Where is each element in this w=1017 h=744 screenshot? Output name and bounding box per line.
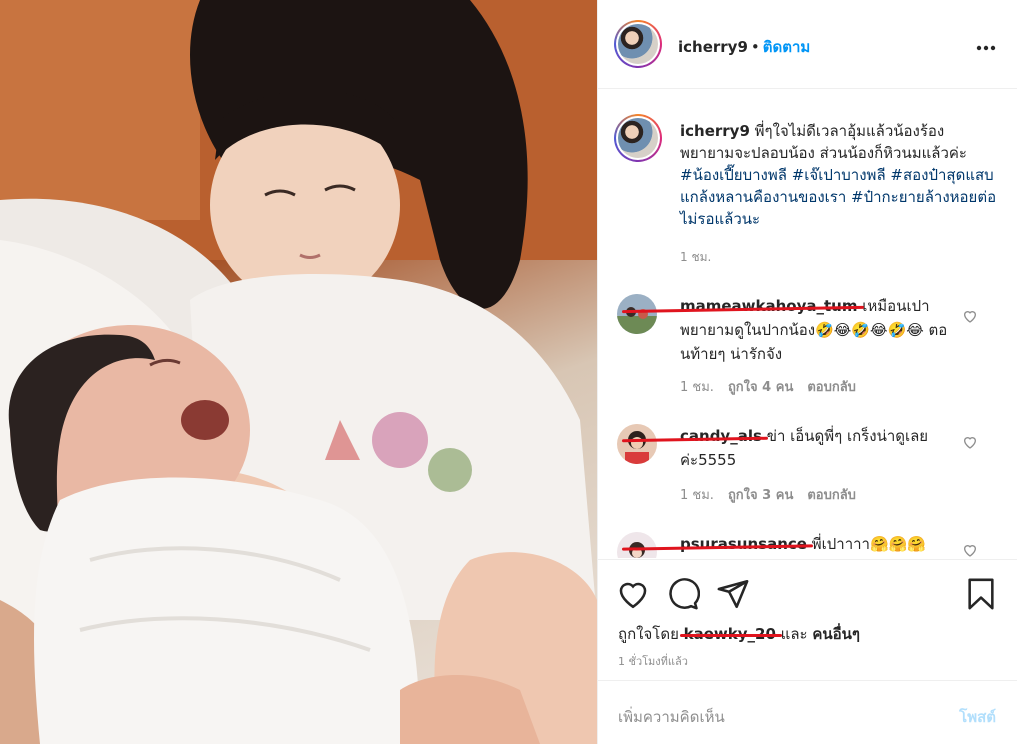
caption-username[interactable]: icherry9 — [680, 122, 750, 140]
comment-heart-icon[interactable] — [962, 542, 978, 558]
liked-by-prefix: ถูกใจโดย — [618, 625, 684, 643]
add-comment-bar: เพิ่มความคิดเห็น โพสต์ — [598, 680, 1017, 744]
comment-time[interactable]: 1 ชม. — [680, 380, 714, 395]
hashtag[interactable]: #น้องเปี๊ยบางพลี — [680, 166, 787, 184]
liked-by: ถูกใจโดย kaewky_20 และ คนอื่นๆ — [618, 622, 860, 646]
more-options-icon[interactable] — [976, 32, 996, 56]
commenter-username-redacted[interactable]: psurasunsance — [680, 535, 807, 553]
author-avatar[interactable] — [614, 20, 662, 68]
caption-text: icherry9 พี่ๆใจไม่ดีเวลาอุ้มแล้วน้องร้อง… — [680, 120, 998, 230]
commenter-avatar[interactable] — [617, 532, 657, 558]
comment-body: mameawkahoya_tum เหมือนเปา พยายามดูในปาก… — [680, 294, 950, 366]
comment-input[interactable]: เพิ่มความคิดเห็น — [618, 705, 725, 729]
photo-illustration — [0, 0, 597, 744]
post-header: icherry9 • ติดตาม — [598, 0, 1017, 89]
commenter-username-redacted[interactable]: mameawkahoya_tum — [680, 297, 858, 315]
comment-likes[interactable]: ถูกใจ 3 คน — [728, 488, 793, 503]
comment-body: candy_als ข่า เอ็นดูพี่ๆ เกร็งน่าดูเลยค่… — [680, 424, 950, 472]
author-info: icherry9 • ติดตาม — [678, 35, 810, 59]
caption-avatar[interactable] — [614, 114, 662, 162]
comment-text: พี่เปาาาา🤗🤗🤗 — [811, 535, 926, 553]
author-username[interactable]: icherry9 — [678, 38, 748, 56]
separator-dot: • — [750, 38, 760, 56]
comment-time[interactable]: 1 ชม. — [680, 488, 714, 503]
bookmark-icon[interactable] — [964, 577, 998, 611]
caption-time[interactable]: 1 ชม. — [680, 248, 711, 267]
post-time-ago[interactable]: 1 ชั่วโมงที่แล้ว — [618, 652, 688, 670]
share-send-icon[interactable] — [716, 577, 750, 611]
post-side-panel: icherry9 • ติดตาม icherry9 พี่ๆใจไม่ดีเวลา… — [597, 0, 1017, 744]
liker-username-redacted[interactable]: kaewky_20 — [684, 625, 776, 643]
post-actions: ถูกใจโดย kaewky_20 และ คนอื่นๆ 1 ชั่วโมง… — [598, 559, 1017, 680]
reply-button[interactable]: ตอบกลับ — [807, 488, 856, 503]
comment-bubble-icon[interactable] — [666, 577, 700, 611]
comment-heart-icon[interactable] — [962, 434, 978, 450]
liked-by-others[interactable]: คนอื่นๆ — [812, 625, 860, 643]
comment-likes[interactable]: ถูกใจ 4 คน — [728, 380, 793, 395]
comment-heart-icon[interactable] — [962, 308, 978, 324]
comments-list[interactable]: icherry9 พี่ๆใจไม่ดีเวลาอุ้มแล้วน้องร้อง… — [598, 90, 1017, 558]
commenter-avatar[interactable] — [617, 294, 657, 334]
hashtag[interactable]: #เจ๊เปาบางพลี — [792, 166, 886, 184]
commenter-avatar[interactable] — [617, 424, 657, 464]
comment-meta: 1 ชม. ถูกใจ 4 คน ตอบกลับ — [680, 376, 870, 397]
post-photo[interactable] — [0, 0, 597, 744]
post-comment-button[interactable]: โพสต์ — [959, 705, 996, 729]
reply-button[interactable]: ตอบกลับ — [807, 380, 856, 395]
follow-button[interactable]: ติดตาม — [763, 38, 811, 56]
like-heart-icon[interactable] — [616, 577, 650, 611]
comment-body: psurasunsance พี่เปาาาา🤗🤗🤗 — [680, 532, 950, 556]
comment-meta: 1 ชม. ถูกใจ 3 คน ตอบกลับ — [680, 484, 870, 505]
commenter-username-redacted[interactable]: candy_als — [680, 427, 762, 445]
